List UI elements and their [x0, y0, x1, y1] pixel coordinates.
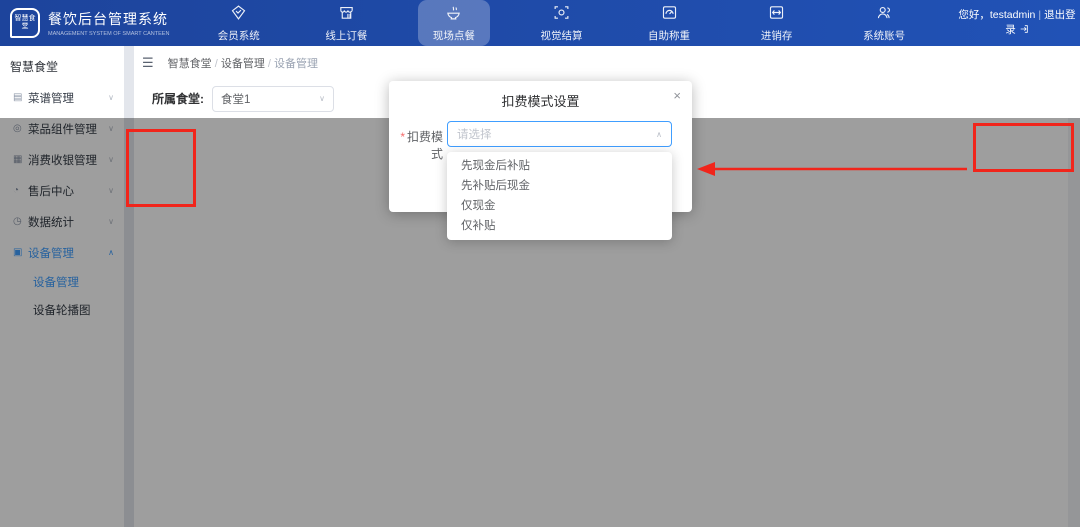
users-icon	[876, 4, 893, 26]
logout-icon[interactable]	[1019, 24, 1029, 36]
app-logo: 智慧食堂 餐饮后台管理系统 MANAGEMENT SYSTEM OF SMART…	[0, 8, 185, 38]
sidebar-item-recipe-mgmt[interactable]: ▤ 菜谱管理 ∨	[0, 82, 124, 113]
nav-item-onsite-ordering[interactable]: 现场点餐	[418, 0, 490, 46]
app-title: 餐饮后台管理系统	[48, 9, 180, 29]
app-subtitle: MANAGEMENT SYSTEM OF SMART CANTEEN	[48, 31, 169, 37]
deduction-mode-select[interactable]: 请选择 ∧	[447, 121, 672, 147]
canteen-label: 所属食堂:	[152, 90, 204, 107]
deduction-mode-options-panel: 先现金后补贴 先补贴后现金 仅现金 仅补贴	[447, 152, 672, 240]
nav-item-visual-checkout[interactable]: 视觉结算	[525, 0, 597, 46]
breadcrumb-device-mgmt[interactable]: 设备管理	[212, 58, 265, 70]
canteen-select[interactable]: 食堂1 ∨	[212, 86, 334, 112]
divider: |	[1035, 9, 1044, 21]
required-asterisk: *	[400, 130, 405, 144]
diamond-member-icon	[230, 4, 247, 26]
recipe-icon: ▤	[13, 92, 28, 103]
dropdown-option[interactable]: 先补贴后现金	[447, 176, 672, 196]
dialog-title: 扣费模式设置	[389, 91, 692, 110]
scale-icon	[661, 4, 678, 26]
annotation-rect-select-all	[126, 129, 196, 207]
annotation-rect-confirm-button	[973, 123, 1074, 172]
nav-item-member-system[interactable]: 会员系统	[203, 0, 275, 46]
nav-item-self-weighing[interactable]: 自助称重	[633, 0, 705, 46]
nav-item-online-ordering[interactable]: 线上订餐	[310, 0, 382, 46]
dropdown-option[interactable]: 仅现金	[447, 196, 672, 216]
deduction-mode-field-label: *扣费模式	[389, 128, 443, 162]
nav-item-system-account[interactable]: 系统账号	[848, 0, 920, 46]
breadcrumb-current: 设备管理	[265, 58, 318, 70]
sidebar-title: 智慧食堂	[10, 58, 58, 75]
bowl-dine-icon	[445, 4, 462, 26]
primary-nav: 会员系统 线上订餐 现场点餐 视觉结算 自助称重 进销存	[185, 0, 958, 46]
breadcrumb-bar: ☰ 智慧食堂设备管理设备管理	[134, 46, 1080, 80]
scan-camera-icon	[553, 4, 570, 26]
breadcrumb-home[interactable]: 智慧食堂	[168, 58, 212, 70]
user-greeting: 您好，testadmin	[958, 9, 1035, 21]
top-navbar: 智慧食堂 餐饮后台管理系统 MANAGEMENT SYSTEM OF SMART…	[0, 0, 1080, 46]
close-icon[interactable]: ×	[673, 88, 681, 103]
chevron-up-icon: ∧	[656, 130, 662, 139]
logo-icon: 智慧食堂	[10, 8, 40, 38]
nav-item-inventory[interactable]: 进销存	[741, 0, 813, 46]
storefront-icon	[338, 4, 355, 26]
breadcrumb: 智慧食堂设备管理设备管理	[168, 55, 318, 71]
chevron-down-icon: ∨	[319, 94, 325, 103]
app-window: 智慧食堂 餐饮后台管理系统 MANAGEMENT SYSTEM OF SMART…	[0, 0, 1080, 527]
inventory-arrows-icon	[768, 4, 785, 26]
dropdown-option[interactable]: 先现金后补贴	[447, 156, 672, 176]
chevron-down-icon: ∨	[108, 93, 114, 102]
user-session-area: 您好，testadmin|退出登录	[958, 8, 1080, 38]
collapse-menu-icon[interactable]: ☰	[142, 55, 154, 71]
dropdown-option[interactable]: 仅补贴	[447, 216, 672, 236]
annotation-arrow	[695, 159, 975, 179]
